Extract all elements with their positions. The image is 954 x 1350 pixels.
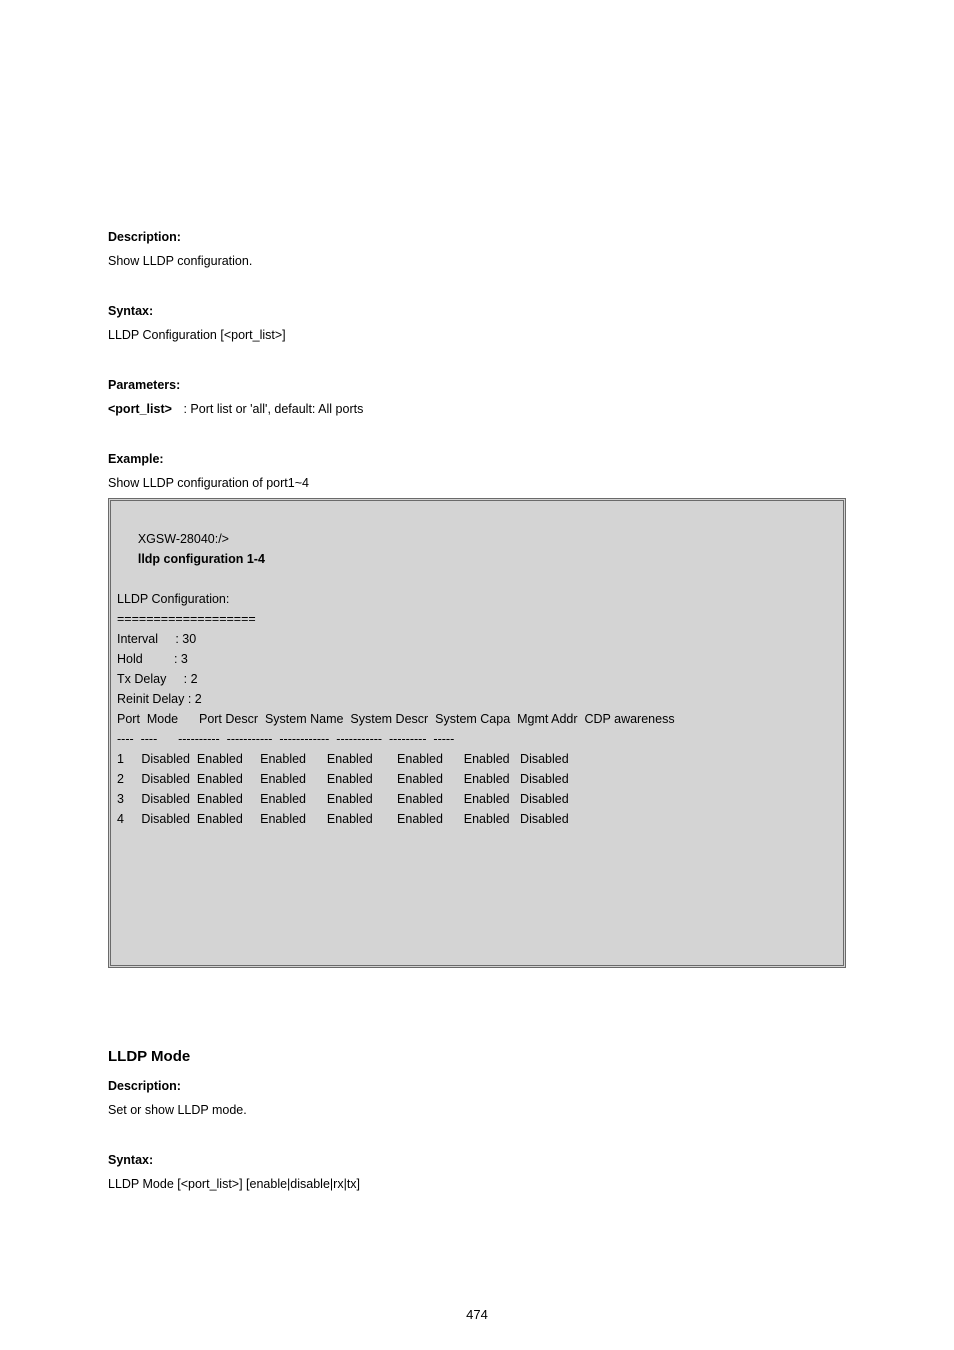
- terminal-line: 1 Disabled Enabled Enabled Enabled Enabl…: [117, 749, 837, 769]
- terminal-line: Interval : 30: [117, 629, 837, 649]
- syntax-label: Syntax:: [108, 1153, 846, 1167]
- terminal-line: Hold : 3: [117, 649, 837, 669]
- page-number: 474: [0, 1307, 954, 1322]
- syntax-text: LLDP Mode [<port_list>] [enable|disable|…: [108, 1177, 846, 1191]
- param-name: <port_list>: [108, 402, 180, 416]
- terminal-line: Reinit Delay : 2: [117, 689, 837, 709]
- syntax-label: Syntax:: [108, 304, 846, 318]
- terminal-line: Port Mode Port Descr System Name System …: [117, 709, 837, 729]
- parameters-label: Parameters:: [108, 378, 846, 392]
- description-label: Description:: [108, 1079, 846, 1093]
- description-text: Set or show LLDP mode.: [108, 1103, 846, 1117]
- param-desc: : Port list or 'all', default: All ports: [183, 402, 363, 416]
- terminal-line: 3 Disabled Enabled Enabled Enabled Enabl…: [117, 789, 837, 809]
- terminal-line: 2 Disabled Enabled Enabled Enabled Enabl…: [117, 769, 837, 789]
- terminal-line: ---- ---- ---------- ----------- -------…: [117, 729, 837, 749]
- description-text: Show LLDP configuration.: [108, 254, 846, 268]
- terminal-command: lldp configuration 1-4: [138, 552, 265, 566]
- terminal-line: 4 Disabled Enabled Enabled Enabled Enabl…: [117, 809, 837, 829]
- example-text: Show LLDP configuration of port1~4: [108, 476, 846, 490]
- terminal-line: ===================: [117, 609, 837, 629]
- syntax-text: LLDP Configuration [<port_list>]: [108, 328, 846, 342]
- section-heading: LLDP Mode: [108, 1048, 846, 1065]
- example-label: Example:: [108, 452, 846, 466]
- terminal-prompt: XGSW-28040:/>: [138, 532, 229, 546]
- description-label: Description:: [108, 230, 846, 244]
- terminal-output: XGSW-28040:/> lldp configuration 1-4 LLD…: [108, 498, 846, 968]
- terminal-line: Tx Delay : 2: [117, 669, 837, 689]
- terminal-line: LLDP Configuration:: [117, 589, 837, 609]
